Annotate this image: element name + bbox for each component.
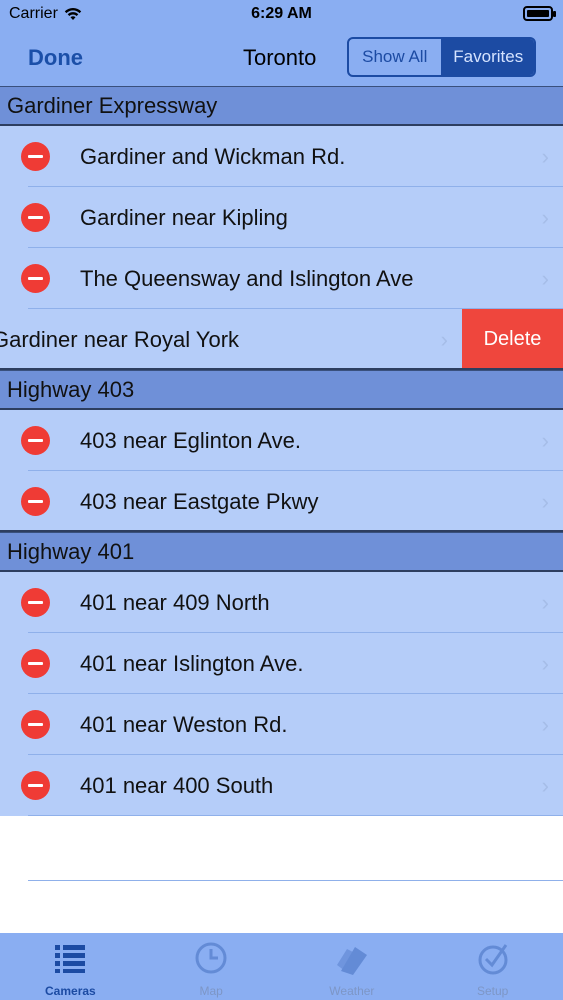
filter-segmented-control[interactable]: Show All Favorites bbox=[347, 37, 536, 77]
list-item[interactable]: 403 near Eastgate Pkwy › bbox=[0, 471, 563, 532]
segment-show-all[interactable]: Show All bbox=[349, 39, 441, 75]
navigation-bar: Done Toronto Show All Favorites bbox=[0, 28, 563, 86]
delete-toggle-icon[interactable] bbox=[21, 487, 50, 516]
segment-favorites[interactable]: Favorites bbox=[440, 39, 534, 75]
list-item[interactable]: Gardiner near Kipling › bbox=[0, 187, 563, 248]
battery-icon bbox=[523, 6, 556, 21]
check-icon bbox=[478, 944, 508, 975]
section-header: Highway 403 bbox=[0, 370, 563, 410]
tab-bar: Cameras Map Weather Setup bbox=[0, 933, 563, 1000]
list-item[interactable]: 401 near 409 North › bbox=[0, 572, 563, 633]
delete-toggle-icon[interactable] bbox=[21, 588, 50, 617]
tab-cameras[interactable]: Cameras bbox=[0, 933, 141, 1000]
list-item-label: 401 near 400 South bbox=[80, 773, 274, 798]
done-button[interactable]: Done bbox=[28, 45, 83, 71]
section-header: Highway 401 bbox=[0, 532, 563, 572]
tab-label: Setup bbox=[476, 984, 509, 998]
chevron-right-icon: › bbox=[541, 712, 549, 737]
chevron-right-icon: › bbox=[541, 590, 549, 615]
tab-map[interactable]: Map bbox=[141, 933, 282, 1000]
list-item[interactable]: 401 near 400 South › bbox=[0, 755, 563, 816]
list-item[interactable]: Gardiner and Wickman Rd. › bbox=[0, 126, 563, 187]
chevron-right-icon: › bbox=[541, 489, 549, 514]
delete-button[interactable]: Delete bbox=[462, 309, 563, 369]
tab-label: Map bbox=[199, 984, 223, 998]
camera-list[interactable]: Gardiner Expressway Gardiner and Wickman… bbox=[0, 86, 563, 816]
chevron-right-icon: › bbox=[541, 651, 549, 676]
clock-icon bbox=[195, 942, 227, 974]
chevron-right-icon: › bbox=[541, 266, 549, 291]
list-item-label: 403 near Eastgate Pkwy bbox=[80, 489, 319, 514]
empty-list-area bbox=[0, 821, 563, 933]
delete-toggle-icon[interactable] bbox=[21, 264, 50, 293]
delete-toggle-icon[interactable] bbox=[21, 710, 50, 739]
chevron-right-icon: › bbox=[440, 327, 448, 352]
chevron-right-icon: › bbox=[541, 205, 549, 230]
tab-label: Cameras bbox=[45, 984, 96, 998]
list-item[interactable]: 403 near Eglinton Ave. › bbox=[0, 410, 563, 471]
delete-toggle-icon[interactable] bbox=[21, 771, 50, 800]
chevron-right-icon: › bbox=[541, 428, 549, 453]
list-item-label: 403 near Eglinton Ave. bbox=[80, 428, 301, 453]
cloud-icon bbox=[336, 947, 367, 975]
nav-title: Toronto bbox=[243, 45, 317, 70]
status-time: 6:29 AM bbox=[251, 5, 312, 22]
list-item-label: Gardiner near Kipling bbox=[80, 205, 288, 230]
list-item[interactable]: The Queensway and Islington Ave › bbox=[0, 248, 563, 309]
list-item-label: 401 near 409 North bbox=[80, 590, 270, 615]
tab-weather[interactable]: Weather bbox=[282, 933, 423, 1000]
chevron-right-icon: › bbox=[541, 144, 549, 169]
list-item-label: Gardiner near Royal York bbox=[0, 327, 240, 352]
list-item[interactable]: 401 near Islington Ave. › bbox=[0, 633, 563, 694]
delete-toggle-icon[interactable] bbox=[21, 142, 50, 171]
status-bar: Carrier 6:29 AM bbox=[0, 0, 563, 28]
list-item-swiped[interactable]: Gardiner near Royal York › Delete bbox=[0, 309, 563, 370]
chevron-right-icon: › bbox=[541, 773, 549, 798]
tab-setup[interactable]: Setup bbox=[422, 933, 563, 1000]
delete-toggle-icon[interactable] bbox=[21, 649, 50, 678]
delete-toggle-icon[interactable] bbox=[21, 203, 50, 232]
list-item-label: 401 near Islington Ave. bbox=[80, 651, 304, 676]
list-item-label: 401 near Weston Rd. bbox=[80, 712, 288, 737]
list-item[interactable]: 401 near Weston Rd. › bbox=[0, 694, 563, 755]
list-item-label: The Queensway and Islington Ave bbox=[80, 266, 414, 291]
delete-toggle-icon[interactable] bbox=[21, 426, 50, 455]
section-header: Gardiner Expressway bbox=[0, 86, 563, 126]
tab-label: Weather bbox=[329, 984, 375, 998]
list-icon bbox=[55, 945, 86, 973]
list-item-label: Gardiner and Wickman Rd. bbox=[80, 144, 346, 169]
